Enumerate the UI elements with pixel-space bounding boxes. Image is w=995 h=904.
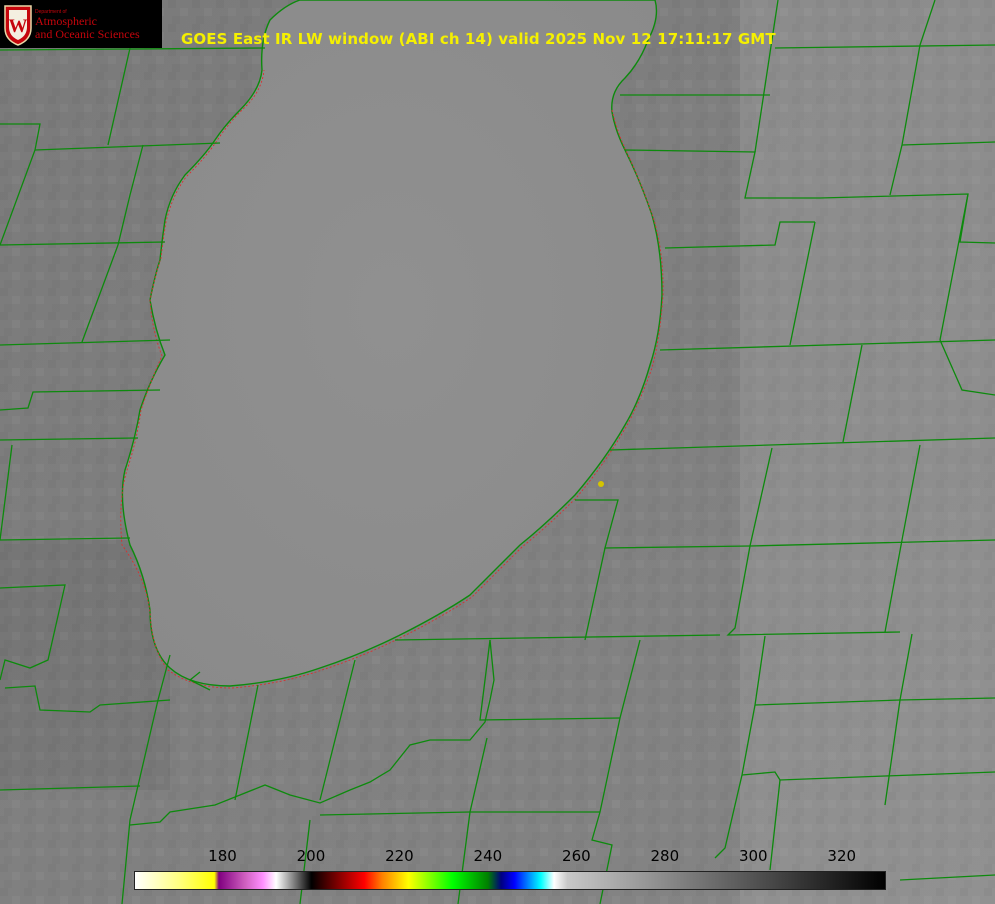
colorbar-tick-label: 240 <box>473 847 503 865</box>
colorbar-tick-label: 180 <box>208 847 237 865</box>
station-marker[interactable] <box>598 481 604 487</box>
uw-crest-icon: W <box>4 5 32 46</box>
colorbar-tick-label: 280 <box>650 847 680 865</box>
colorbar-tick-label: 300 <box>738 847 768 865</box>
colorbar-tick-label: 220 <box>385 847 414 865</box>
logo-text-line2: and Oceanic Sciences <box>35 27 140 41</box>
satellite-map[interactable]: W Department of Atmospheric and Oceanic … <box>0 0 995 904</box>
image-title: GOES East IR LW window (ABI ch 14) valid… <box>181 30 776 48</box>
temperature-colorbar <box>134 871 886 890</box>
colorbar-tick-label: 200 <box>296 847 326 865</box>
basemap <box>0 0 995 904</box>
svg-text:W: W <box>9 16 28 37</box>
colorbar-tick-label: 320 <box>827 847 857 865</box>
colorbar-tick-label: 260 <box>562 847 591 865</box>
uw-aos-logo[interactable]: W Department of Atmospheric and Oceanic … <box>0 0 162 48</box>
